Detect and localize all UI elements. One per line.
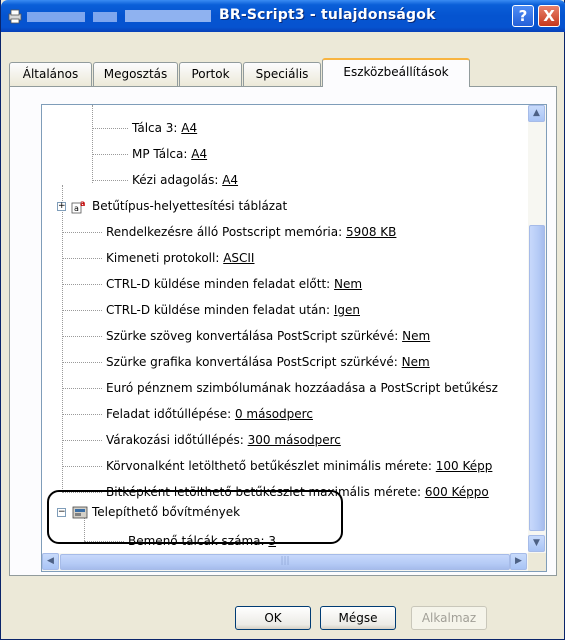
tree-item[interactable]: Szürke grafika konvertálása PostScript s… [106,351,430,373]
tree-item-value[interactable]: 300 másodperc [248,433,341,447]
tree-item-font-substitution[interactable]: Betűtípus-helyettesítési táblázat [92,195,287,217]
tree-item-label: Feladat időtúllépése: [106,407,235,421]
apply-button[interactable]: Alkalmaz [411,606,487,630]
expand-icon[interactable]: + [57,202,66,211]
tree-item[interactable]: Feladat időtúllépése: 0 másodperc [106,403,313,425]
tree-item-value[interactable]: A4 [222,173,238,187]
tree-item-label: Körvonalként letölthető betűkészlet mini… [106,459,436,473]
tree-item-value[interactable]: A4 [181,121,197,135]
tree-branch [92,180,128,181]
tree-item[interactable]: Kimeneti protokoll: ASCII [106,247,254,269]
tab-altalanos[interactable]: Általános [9,62,92,86]
redacted-title-segment [27,12,85,22]
tree-branch [62,232,102,233]
tree-guide [62,185,63,489]
tree-item-value[interactable]: Igen [334,303,360,317]
tree-branch [62,258,102,259]
tree-item-value[interactable]: 0 másodperc [235,407,313,421]
tree-item-label: Szürke grafika konvertálása PostScript s… [106,355,402,369]
scroll-up-button[interactable]: ▲ [528,105,545,122]
tree-item-value[interactable]: 5908 KB [346,225,396,239]
tree-branch [92,154,128,155]
printer-icon [8,9,22,24]
tree-item-label: CTRL-D küldése minden feladat előtt: [106,277,335,291]
tree-guide [92,105,93,183]
tree-branch [62,388,102,389]
tree-item-label: CTRL-D küldése minden feladat után: [106,303,334,317]
tree-item[interactable]: Várakozási időtúllépés: 300 másodperc [106,429,341,451]
close-button[interactable]: X [538,5,560,27]
redacted-title-segment [93,12,117,22]
tab-megosztas[interactable]: Megosztás [93,62,178,86]
tree-item[interactable]: Tálca 3: A4 [132,117,197,139]
tree-item[interactable]: Rendelkezésre álló Postscript memória: 5… [106,221,396,243]
tree-item-label: Várakozási időtúllépés: [106,433,248,447]
tree-item-label: Szürke szöveg konvertálása PostScript sz… [106,329,403,343]
callout-highlight [47,490,343,544]
tree-item[interactable]: CTRL-D küldése minden feladat után: Igen [106,299,360,321]
tree-item-label: Kimeneti protokoll: [106,251,224,265]
tree-branch [92,128,128,129]
tree-item-value[interactable]: A4 [191,147,207,161]
scrollbar-corner [528,553,546,571]
redacted-title-segment [125,10,211,22]
tree-branch [62,414,102,415]
tree-item-value[interactable]: 600 Képpo [425,485,489,499]
horizontal-scroll-thumb[interactable]: ||| [60,554,510,570]
scroll-right-button[interactable]: ▶ [510,553,527,570]
tree-branch [62,284,102,285]
tree-item[interactable]: Szürke szöveg konvertálása PostScript sz… [106,325,430,347]
scroll-left-button[interactable]: ◀ [42,553,59,570]
tree-branch [62,362,102,363]
tree-item-label: Rendelkezésre álló Postscript memória: [106,225,346,239]
svg-text:a: a [74,204,79,213]
tree-branch [62,336,102,337]
tree-item-value[interactable]: 100 Képp [436,459,493,473]
tree-item[interactable]: MP Tálca: A4 [132,143,207,165]
tree-item-label: Tálca 3: [132,121,182,135]
tree-item-label: MP Tálca: [132,147,192,161]
tab-eszkozbeallitasok[interactable]: Eszközbeállítások [322,58,470,87]
tree-item-value[interactable]: Nem [402,355,430,369]
tree-viewport: Tálca 3: A4 MP Tálca: A4 Kézi adagolás: … [42,105,528,553]
tree-item[interactable]: CTRL-D küldése minden feladat előtt: Nem [106,273,362,295]
scroll-down-button[interactable]: ▼ [528,535,545,552]
tree-item[interactable]: Euró pénznem szimbólumának hozzáadása a … [106,377,498,399]
cancel-button[interactable]: Mégse [320,606,396,630]
font-substitution-icon: a a [71,199,85,214]
tree-branch [62,440,102,441]
tree-item[interactable]: Kézi adagolás: A4 [132,169,238,191]
svg-text:a: a [80,199,85,208]
ok-button[interactable]: OK [235,606,311,630]
tab-portok[interactable]: Portok [179,62,242,86]
tree-item-value[interactable]: Nem [334,277,362,291]
tree-item-value[interactable]: Nem [402,329,430,343]
horizontal-scrollbar[interactable]: ◀ ||| ▶ [42,553,528,571]
vertical-scrollbar[interactable]: ▲ ▼ [528,105,546,553]
tree-item-value[interactable]: ASCII [223,251,254,265]
tree-branch [62,466,102,467]
vertical-scroll-thumb[interactable] [529,225,545,531]
title-bar[interactable]: BR-Script3 - tulajdonságok ? X [1,0,565,32]
tree-item-label: Kézi adagolás: [132,173,223,187]
tree-branch [62,310,102,311]
help-button[interactable]: ? [512,5,534,27]
tree-item-label: Euró pénznem szimbólumának hozzáadása a … [106,381,498,395]
properties-dialog: BR-Script3 - tulajdonságok ? X Általános… [0,0,565,640]
tab-specialis[interactable]: Speciális [243,62,321,86]
tree-item-label: Betűtípus-helyettesítési táblázat [92,199,288,213]
tree-item[interactable]: Körvonalként letölthető betűkészlet mini… [106,455,492,477]
window-title: BR-Script3 - tulajdonságok [219,7,436,23]
